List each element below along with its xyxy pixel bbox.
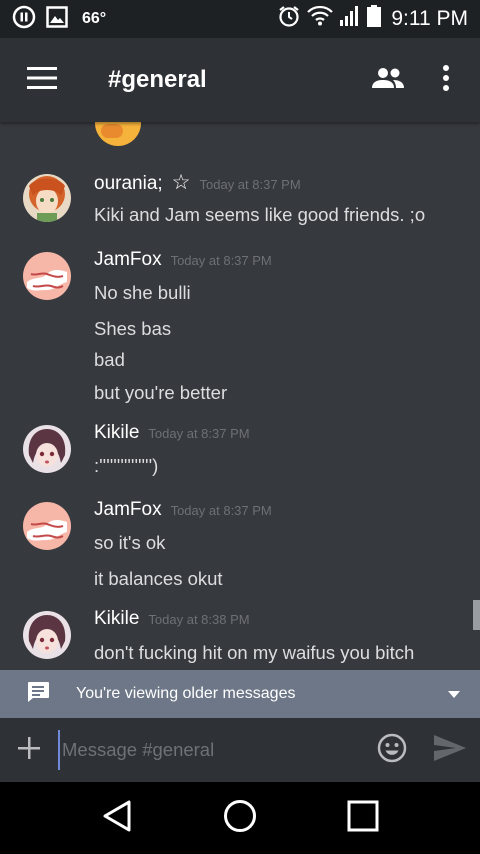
alarm-clock-icon xyxy=(277,4,301,34)
app-bar: #general xyxy=(0,38,480,122)
alarm-app-icon xyxy=(12,5,36,34)
message-text[interactable]: bad xyxy=(94,349,125,371)
message-text[interactable]: Kiki and Jam seems like good friends. ;o xyxy=(94,204,425,226)
temperature: 66° xyxy=(82,10,107,27)
chat-icon xyxy=(26,681,50,708)
battery-icon xyxy=(367,5,382,33)
recents-button[interactable] xyxy=(328,788,398,848)
home-icon xyxy=(223,799,257,838)
author-name[interactable]: JamFox xyxy=(94,249,162,271)
more-vertical-icon xyxy=(442,64,450,96)
emoji-icon xyxy=(377,733,407,768)
author-name[interactable]: ourania; xyxy=(94,173,163,195)
add-attachment-button[interactable] xyxy=(0,736,58,764)
author-name[interactable]: Kikile xyxy=(94,608,139,630)
timestamp: Today at 8:37 PM xyxy=(170,503,272,518)
clock: 9:11 PM xyxy=(391,7,468,30)
more-options-button[interactable] xyxy=(424,52,468,108)
wifi-icon xyxy=(307,5,334,32)
message-text[interactable]: but you're better xyxy=(94,382,227,404)
message-text[interactable]: Shes bas xyxy=(94,318,171,340)
timestamp: Today at 8:37 PM xyxy=(148,426,250,441)
older-messages-text: You're viewing older messages xyxy=(76,685,296,702)
scrollbar-thumb[interactable] xyxy=(473,600,480,630)
avatar[interactable] xyxy=(23,611,71,659)
older-messages-banner[interactable]: You're viewing older messages xyxy=(0,670,480,718)
navigation-bar xyxy=(0,782,480,854)
message-text[interactable]: No she bulli xyxy=(94,282,191,304)
avatar[interactable] xyxy=(23,425,71,473)
send-icon xyxy=(434,734,466,766)
send-button[interactable] xyxy=(420,734,480,766)
message-text[interactable]: so it's ok xyxy=(94,532,165,554)
message-input[interactable] xyxy=(58,730,364,770)
message-text[interactable]: don't fucking hit on my waifus you bitch xyxy=(94,642,414,664)
plus-icon xyxy=(18,736,40,764)
timestamp: Today at 8:37 PM xyxy=(170,253,272,268)
thinking-emoji xyxy=(95,122,141,146)
message-list[interactable]: ourania; ☆ Today at 8:37 PM Kiki and Jam… xyxy=(0,122,480,670)
message-composer xyxy=(0,718,480,782)
avatar[interactable] xyxy=(23,174,71,222)
author-name[interactable]: JamFox xyxy=(94,499,162,521)
emoji-button[interactable] xyxy=(364,733,420,768)
hamburger-icon xyxy=(27,66,57,94)
home-button[interactable] xyxy=(205,788,275,848)
avatar[interactable] xyxy=(23,252,71,300)
jump-to-present-button[interactable] xyxy=(428,685,480,703)
menu-button[interactable] xyxy=(0,38,84,122)
timestamp: Today at 8:38 PM xyxy=(148,612,250,627)
message-text[interactable]: :''''''''''''''') xyxy=(94,455,158,477)
avatar[interactable] xyxy=(23,502,71,550)
caret-down-icon xyxy=(448,685,460,703)
gallery-icon xyxy=(46,5,68,33)
recents-icon xyxy=(347,800,379,837)
signal-icon xyxy=(339,6,361,32)
back-icon xyxy=(102,800,132,837)
author-name[interactable]: Kikile xyxy=(94,422,139,444)
timestamp: Today at 8:37 PM xyxy=(199,177,301,192)
members-button[interactable] xyxy=(360,52,416,108)
channel-title: #general xyxy=(108,66,207,93)
star-icon: ☆ xyxy=(171,171,191,194)
members-icon xyxy=(371,67,405,94)
status-bar: 66° 9:11 PM xyxy=(0,0,480,38)
message-text[interactable]: it balances okut xyxy=(94,568,223,590)
back-button[interactable] xyxy=(82,788,152,848)
